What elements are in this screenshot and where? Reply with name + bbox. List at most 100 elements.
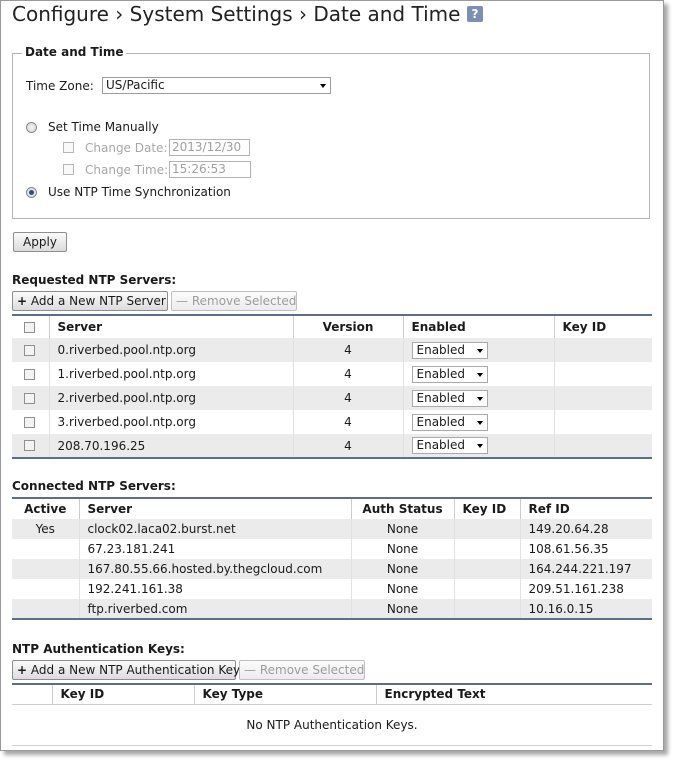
enabled-select[interactable]: Enabled: [411, 413, 488, 431]
ref-id-cell: 10.16.0.15: [519, 599, 652, 619]
chevron-down-icon: [476, 444, 483, 448]
column-header-key-type[interactable]: Key Type: [193, 684, 376, 704]
table-row[interactable]: ftp.riverbed.com None 10.16.0.15: [12, 599, 652, 619]
column-header-ref-id[interactable]: Ref ID: [519, 498, 652, 519]
set-time-manually-radio[interactable]: [26, 122, 37, 133]
key-id-cell: [553, 434, 652, 458]
auth-status-cell: None: [350, 519, 454, 539]
timezone-value: US/Pacific: [106, 78, 165, 92]
auth-status-cell: None: [350, 539, 454, 559]
add-auth-key-button[interactable]: + Add a New NTP Authentication Key: [12, 660, 240, 680]
add-ntp-server-button[interactable]: + Add a New NTP Server: [12, 291, 168, 311]
use-ntp-radio[interactable]: [26, 187, 37, 198]
chevron-down-icon: [320, 84, 326, 88]
help-icon[interactable]: ?: [467, 6, 483, 22]
server-cell: 1.riverbed.pool.ntp.org: [48, 362, 293, 386]
connected-servers-table: Active Server Auth Status Key ID Ref ID …: [12, 497, 652, 620]
table-row[interactable]: 3.riverbed.pool.ntp.org 4 Enabled: [12, 410, 652, 434]
column-header-key-id[interactable]: Key ID: [453, 498, 520, 519]
column-header-version[interactable]: Version: [292, 315, 403, 338]
active-cell: [12, 539, 79, 559]
enabled-select[interactable]: Enabled: [411, 437, 488, 454]
table-row[interactable]: 2.riverbed.pool.ntp.org 4 Enabled: [12, 386, 652, 410]
breadcrumb-separator: ›: [298, 2, 307, 26]
table-row[interactable]: 208.70.196.25 4 Enabled: [12, 434, 652, 458]
version-cell: 4: [292, 362, 403, 386]
table-row[interactable]: 167.80.55.66.hosted.by.thegcloud.com Non…: [12, 559, 652, 579]
add-ntp-server-label: Add a New NTP Server: [30, 294, 166, 308]
key-id-cell: [453, 519, 520, 539]
table-row[interactable]: 67.23.181.241 None 108.61.56.35: [12, 539, 652, 559]
table-row[interactable]: Yes clock02.laca02.burst.net None 149.20…: [12, 519, 652, 539]
row-checkbox[interactable]: [24, 392, 35, 404]
connected-servers-title: Connected NTP Servers:: [12, 479, 176, 493]
change-time-checkbox[interactable]: [63, 164, 74, 175]
enabled-value: Enabled: [416, 438, 466, 452]
breadcrumb-configure[interactable]: Configure: [12, 2, 109, 26]
column-header-active[interactable]: Active: [12, 498, 79, 519]
change-date-input[interactable]: 2013/12/30: [169, 139, 250, 156]
table-header-row: Active Server Auth Status Key ID Ref ID: [12, 498, 652, 519]
enabled-select[interactable]: Enabled: [411, 389, 488, 407]
change-date-label: Change Date:: [85, 141, 168, 155]
chevron-down-icon: [476, 396, 483, 401]
table-row[interactable]: 1.riverbed.pool.ntp.org 4 Enabled: [12, 362, 652, 386]
row-checkbox[interactable]: [24, 344, 35, 356]
breadcrumb-system-settings[interactable]: System Settings: [130, 2, 293, 26]
enabled-value: Enabled: [416, 414, 466, 429]
plus-icon: +: [17, 663, 28, 677]
remove-selected-keys-label: Remove Selected: [259, 663, 365, 677]
server-cell: 2.riverbed.pool.ntp.org: [48, 386, 293, 410]
enabled-select[interactable]: Enabled: [411, 365, 488, 383]
set-time-manually-label: Set Time Manually: [48, 120, 159, 134]
breadcrumb-date-and-time: Date and Time: [313, 2, 461, 26]
version-cell: 4: [292, 338, 403, 362]
row-checkbox[interactable]: [24, 440, 35, 451]
server-cell: 3.riverbed.pool.ntp.org: [48, 410, 293, 434]
auth-keys-title: NTP Authentication Keys:: [12, 642, 185, 656]
table-row[interactable]: 192.241.161.38 None 209.51.161.238: [12, 579, 652, 599]
select-all-checkbox[interactable]: [24, 321, 35, 333]
page-title: Configure › System Settings › Date and T…: [12, 2, 460, 26]
active-cell: Yes: [12, 519, 79, 539]
column-header-server[interactable]: Server: [78, 498, 351, 519]
ref-id-cell: 108.61.56.35: [519, 539, 652, 559]
enabled-select[interactable]: Enabled: [411, 341, 488, 359]
enabled-value: Enabled: [416, 342, 466, 357]
active-cell: [12, 559, 79, 579]
requested-servers-title: Requested NTP Servers:: [12, 273, 177, 287]
column-header-auth-status[interactable]: Auth Status: [350, 498, 454, 519]
column-header-key-id[interactable]: Key ID: [51, 684, 194, 704]
auth-status-cell: None: [350, 599, 454, 619]
remove-selected-servers-button[interactable]: — Remove Selected: [171, 291, 297, 311]
table-row[interactable]: 0.riverbed.pool.ntp.org 4 Enabled: [12, 338, 652, 362]
remove-selected-keys-button[interactable]: — Remove Selected: [239, 660, 365, 680]
column-header-encrypted-text[interactable]: Encrypted Text: [375, 684, 652, 704]
column-header-enabled[interactable]: Enabled: [402, 315, 554, 338]
key-id-cell: [553, 338, 652, 362]
server-cell: ftp.riverbed.com: [78, 599, 351, 619]
apply-button[interactable]: Apply: [13, 232, 67, 252]
chevron-down-icon: [476, 348, 483, 353]
server-cell: 67.23.181.241: [78, 539, 351, 559]
auth-status-cell: None: [350, 559, 454, 579]
ref-id-cell: 149.20.64.28: [519, 519, 652, 539]
key-id-cell: [453, 599, 520, 619]
auth-keys-table: Key ID Key Type Encrypted Text No NTP Au…: [12, 683, 652, 746]
remove-selected-label: Remove Selected: [191, 294, 297, 308]
row-checkbox[interactable]: [24, 368, 35, 380]
column-header-key-id[interactable]: Key ID: [553, 315, 652, 338]
key-id-cell: [453, 579, 520, 599]
empty-row: No NTP Authentication Keys.: [12, 703, 652, 745]
change-date-checkbox[interactable]: [63, 142, 74, 153]
row-checkbox[interactable]: [24, 416, 35, 428]
timezone-label: Time Zone:: [26, 79, 94, 93]
add-auth-key-label: Add a New NTP Authentication Key: [30, 663, 241, 677]
change-time-input[interactable]: 15:26:53: [169, 161, 251, 178]
server-cell: clock02.laca02.burst.net: [78, 519, 351, 539]
version-cell: 4: [292, 434, 403, 458]
column-header-server[interactable]: Server: [48, 315, 293, 338]
timezone-select[interactable]: US/Pacific: [102, 77, 331, 94]
enabled-value: Enabled: [416, 366, 466, 381]
change-time-label: Change Time:: [85, 163, 169, 177]
